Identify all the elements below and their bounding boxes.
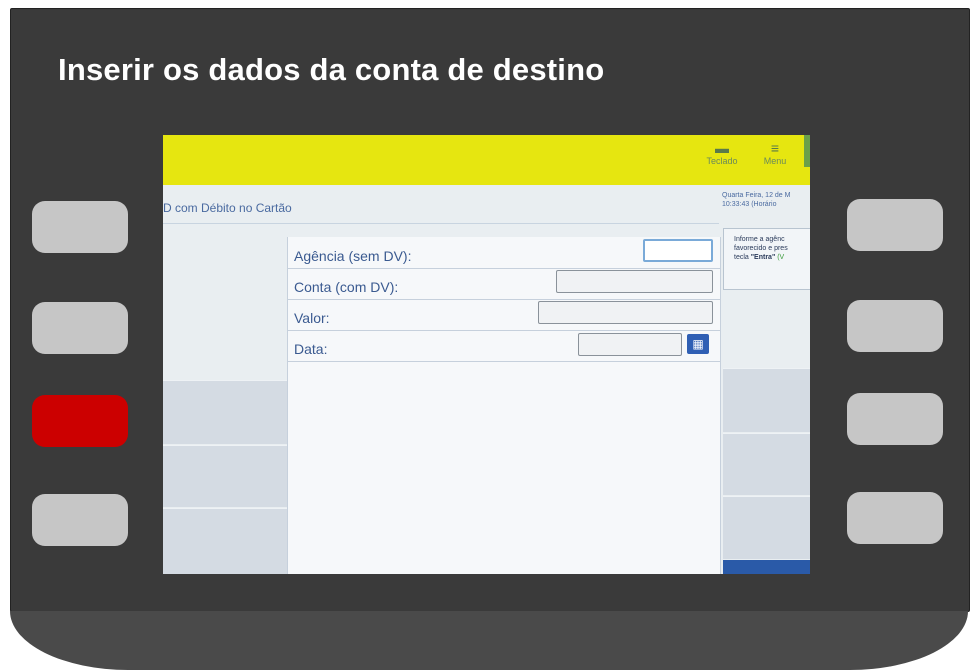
teclado-button[interactable]: ▬ Teclado — [702, 138, 742, 178]
right-screen-tile-3[interactable] — [723, 496, 810, 559]
left-screen-tile-1[interactable] — [163, 380, 287, 444]
right-side-button-2[interactable] — [847, 300, 943, 352]
calendar-icon: ▦ — [692, 337, 704, 351]
info-line-2: favorecido e pres — [734, 245, 788, 252]
menu-button[interactable]: ≡ Menu — [755, 138, 795, 178]
right-screen-tile-2[interactable] — [723, 433, 810, 495]
teclado-label: Teclado — [706, 156, 738, 166]
left-side-button-2[interactable] — [32, 302, 128, 354]
menu-icon: ≡ — [770, 140, 780, 156]
data-label: Data: — [294, 341, 328, 357]
header-green-accent — [804, 135, 810, 167]
form-row-conta: Conta (com DV): — [288, 268, 720, 300]
left-side-button-3-red[interactable] — [32, 395, 128, 447]
left-screen-tile-2[interactable] — [163, 445, 287, 507]
right-side-button-3[interactable] — [847, 393, 943, 445]
form-row-valor: Valor: — [288, 299, 720, 331]
keyboard-icon: ▬ — [715, 140, 729, 156]
info-line-3-green: (V — [775, 254, 785, 261]
agencia-label: Agência (sem DV): — [294, 248, 412, 264]
atm-lower-bezel — [10, 611, 968, 670]
form-row-agencia: Agência (sem DV): — [288, 237, 720, 269]
agencia-input[interactable] — [643, 239, 713, 262]
breadcrumb: D com Débito no Cartão — [163, 201, 292, 215]
info-line-3-bold: "Entra" — [750, 254, 776, 261]
menu-label: Menu — [763, 156, 787, 166]
form-row-data: Data: ▦ — [288, 330, 720, 362]
atm-screen: ▬ Teclado ≡ Menu D com Débito no Cartão … — [163, 135, 810, 574]
datetime-text: Quarta Feira, 12 de M 10:33:43 (Horário — [722, 192, 791, 208]
info-text: Informe a agênc favorecido e pres tecla … — [724, 229, 810, 262]
valor-label: Valor: — [294, 310, 330, 326]
info-line-1: Informe a agênc — [734, 236, 785, 243]
right-side-button-1[interactable] — [847, 199, 943, 251]
page-title: Inserir os dados da conta de destino — [58, 52, 605, 87]
conta-label: Conta (com DV): — [294, 279, 399, 295]
info-line-3-prefix: tecla — [734, 254, 751, 261]
info-panel: Informe a agênc favorecido e pres tecla … — [723, 228, 810, 290]
screen-header: ▬ Teclado ≡ Menu — [163, 135, 810, 185]
form-panel: Agência (sem DV): Conta (com DV): Valor:… — [287, 237, 721, 574]
left-side-button-4[interactable] — [32, 494, 128, 546]
left-side-button-1[interactable] — [32, 201, 128, 253]
calendar-button[interactable]: ▦ — [687, 334, 709, 354]
right-side-button-4[interactable] — [847, 492, 943, 544]
data-input[interactable] — [578, 333, 682, 356]
valor-input[interactable] — [538, 301, 713, 324]
right-blue-bar — [723, 560, 810, 574]
breadcrumb-divider — [163, 223, 719, 224]
conta-input[interactable] — [556, 270, 713, 293]
right-screen-tile-1[interactable] — [723, 368, 810, 432]
left-screen-tile-3[interactable] — [163, 508, 287, 574]
